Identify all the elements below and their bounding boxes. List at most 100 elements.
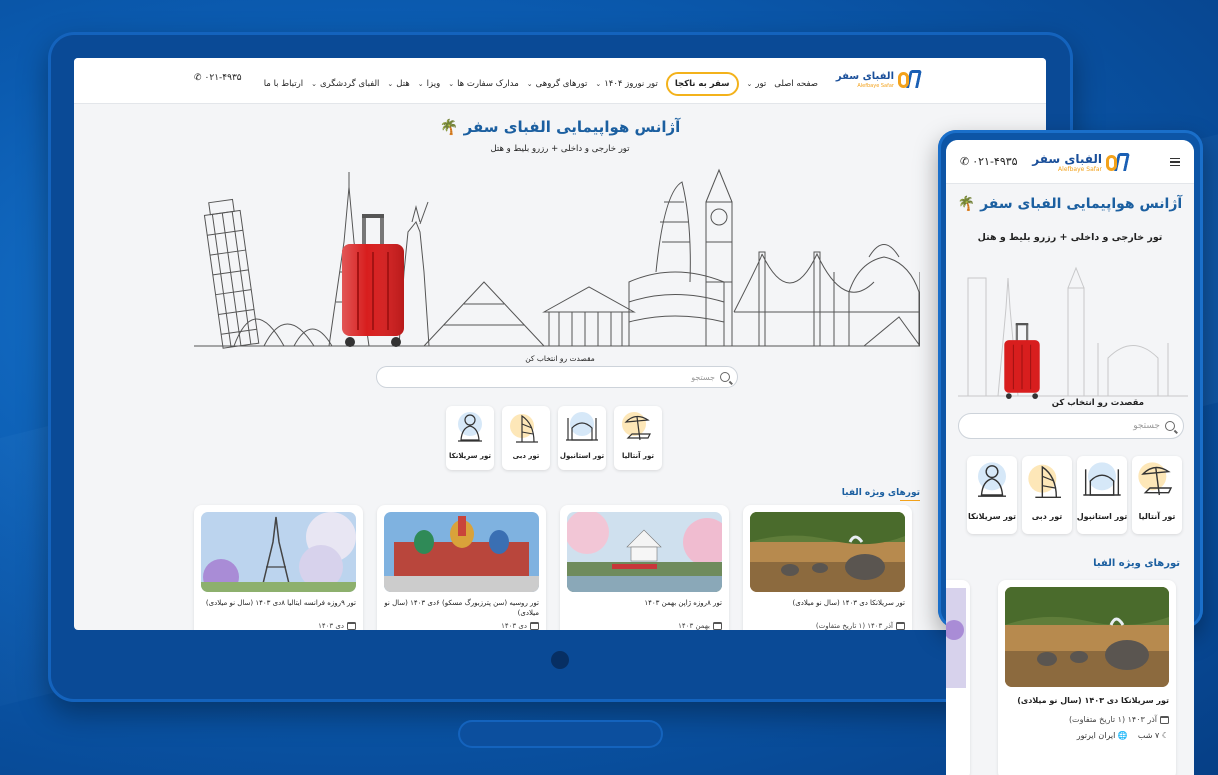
destination-search-input[interactable] [970,421,1160,431]
tour-image-paris[interactable] [201,512,356,592]
landmarks-skyline-illustration [194,168,920,349]
nav-trip-to-nowhere[interactable]: سفر به ناکجا [665,72,739,96]
tour-date: آذر ۱۴۰۳ (۱ تاریخ متفاوت) [750,622,905,630]
chevron-down-icon: ⌄ [746,80,753,88]
buddha-statue-icon [458,412,482,442]
main-nav: صفحه اصلی تور ⌄ سفر به ناکجا تور نوروز ۱۴… [264,72,818,96]
tour-date: دی ۱۴۰۳ [384,622,539,630]
desktop-screen: الفبای سفر Alefbaye Safar صفحه اصلی تور ⌄… [74,58,1046,630]
monitor-camera [551,651,569,669]
header-phone[interactable]: ✆ ۰۲۱-۴۹۳۵ [960,155,1018,168]
tour-card[interactable]: تور سریلانکا دی ۱۴۰۳ (سال نو میلادی) آذر… [743,505,912,630]
beach-umbrella-icon [1138,462,1173,496]
tour-airline: 🌐 ایران ایرتور [1076,731,1128,740]
mosque-icon [1083,462,1121,496]
phone-icon: ✆ [194,73,202,83]
tour-date: دی ۱۴۰۳ [201,622,356,630]
hero-title: آژانس هواپیمایی الفبای سفر 🌴 [439,118,681,136]
nav-nowruz-tour[interactable]: تور نوروز ۱۴۰۴ ⌄ [595,79,657,89]
tour-card-peek[interactable] [946,580,970,775]
site-logo[interactable]: الفبای سفر Alefbaye Safar [835,70,922,90]
nav-embassy-documents[interactable]: مدارک سفارت ها ⌄ [448,79,519,89]
logo-tagline: Alefbaye Safar [857,82,894,89]
tour-image-elephants[interactable] [750,512,905,592]
globe-icon: 🌐 [1117,731,1128,740]
hero-title: آژانس هواپیمایی الفبای سفر 🌴 [957,196,1183,212]
logo-mark-icon [898,70,922,90]
landmarks-skyline-illustration [958,266,1188,397]
mosque-icon [566,412,598,441]
category-antalya[interactable]: تور آنتالیا [614,406,662,470]
category-list: تور آنتالیا تور استانبول تور دبی تور سری… [967,456,1182,534]
nav-hotel[interactable]: هتل ⌄ [387,79,409,89]
nav-tourism-guide[interactable]: الفبای گردشگری ⌄ [311,79,379,89]
destination-search-input[interactable] [395,372,715,382]
tour-image-elephants[interactable] [1005,587,1169,687]
tour-name: تور روسیه (سن پترزبورگ مسکو) ۶دی ۱۴۰۳ (س… [384,599,539,618]
tour-card[interactable]: تور ۹روزه فرانسه ایتالیا ۸دی ۱۴۰۳ (سال ن… [194,505,363,630]
palm-tree-icon: 🌴 [957,196,976,212]
search-icon[interactable] [1165,421,1175,431]
burj-al-arab-icon [1028,464,1061,499]
category-dubai[interactable]: تور دبی [1022,456,1072,534]
hero-subtitle: تور خارجی و داخلی + رزرو بلیط و هتل [977,232,1163,243]
category-dubai[interactable]: تور دبی [502,406,550,470]
category-istanbul[interactable]: تور استانبول [1077,456,1127,534]
red-suitcase-image [342,214,404,347]
hamburger-menu-icon[interactable] [1170,158,1180,166]
category-antalya[interactable]: تور آنتالیا [1132,456,1182,534]
tour-name: تور ۸روزه ژاپن بهمن ۱۴۰۳ [644,599,722,607]
hero-subtitle: تور خارجی و داخلی + رزرو بلیط و هتل [490,144,630,154]
search-icon[interactable] [720,372,730,382]
tour-image-moscow[interactable] [384,512,539,592]
category-sri-lanka[interactable]: تور سریلانکا [967,456,1017,534]
logo-tagline: Alefbaye Safar [1058,166,1102,173]
monitor-stand [458,720,663,748]
calendar-icon [896,622,905,630]
search-label: مقصدت رو انتخاب کن [525,354,595,363]
header-phone[interactable]: ✆ ۰۲۱-۴۹۳۵ [194,73,242,83]
beach-umbrella-icon [622,412,651,441]
tour-name: تور سریلانکا دی ۱۴۰۳ (سال نو میلادی) [1017,696,1169,705]
phone-icon: ✆ [960,155,970,168]
category-sri-lanka[interactable]: تور سریلانکا [446,406,494,470]
buddha-statue-icon [978,462,1006,497]
nav-home[interactable]: صفحه اصلی [774,79,818,89]
search-label: مقصدت رو انتخاب کن [1051,398,1144,408]
mobile-header: الفبای سفر Alefbaye Safar ✆ ۰۲۱-۴۹۳۵ [946,140,1194,184]
tour-card[interactable]: تور ۸روزه ژاپن بهمن ۱۴۰۳ بهمن ۱۴۰۳ [560,505,729,630]
nav-tour[interactable]: تور ⌄ [747,79,767,89]
desktop-header: الفبای سفر Alefbaye Safar صفحه اصلی تور ⌄… [74,58,1046,104]
site-logo[interactable]: الفبای سفر Alefbaye Safar [1032,152,1130,173]
tour-image-japan[interactable] [567,512,722,592]
mobile-screen: الفبای سفر Alefbaye Safar ✆ ۰۲۱-۴۹۳۵ آژا… [946,140,1194,775]
tour-meta: ☾ ۷ شب 🌐 ایران ایرتور [1005,731,1169,740]
destination-search-box[interactable] [376,366,738,388]
moon-icon: ☾ [1161,731,1169,740]
nav-contact[interactable]: ارتباط با ما [264,79,303,89]
chevron-down-icon: ⌄ [595,80,602,88]
logo-name: الفبای سفر [1032,152,1102,166]
calendar-icon [1160,715,1169,724]
special-tours-list: تور سریلانکا دی ۱۴۰۳ (سال نو میلادی) آذر… [194,505,912,630]
destination-search-box[interactable] [958,413,1184,439]
burj-al-arab-icon [510,414,538,443]
category-istanbul[interactable]: تور استانبول [558,406,606,470]
tour-card[interactable]: تور روسیه (سن پترزبورگ مسکو) ۶دی ۱۴۰۳ (س… [377,505,546,630]
special-tours-title: تورهای ویژه الفبا [841,488,920,501]
calendar-icon [713,622,722,630]
calendar-icon [347,622,356,630]
chevron-down-icon: ⌄ [387,80,394,88]
chevron-down-icon: ⌄ [417,80,424,88]
calendar-icon [530,622,539,630]
logo-name: الفبای سفر [835,70,894,82]
tour-card[interactable]: تور سریلانکا دی ۱۴۰۳ (سال نو میلادی) آذر… [998,580,1176,775]
nav-group-tours[interactable]: تورهای گروهی ⌄ [527,79,588,89]
tour-name: تور سریلانکا دی ۱۴۰۳ (سال نو میلادی) [792,599,905,607]
nav-visa[interactable]: ویزا ⌄ [418,79,440,89]
tour-date: بهمن ۱۴۰۳ [567,622,722,630]
chevron-down-icon: ⌄ [448,80,455,88]
tour-name: تور ۹روزه فرانسه ایتالیا ۸دی ۱۴۰۳ (سال ن… [205,599,356,607]
special-tours-title: تورهای ویژه الفبا [1093,558,1180,569]
chevron-down-icon: ⌄ [311,80,317,88]
